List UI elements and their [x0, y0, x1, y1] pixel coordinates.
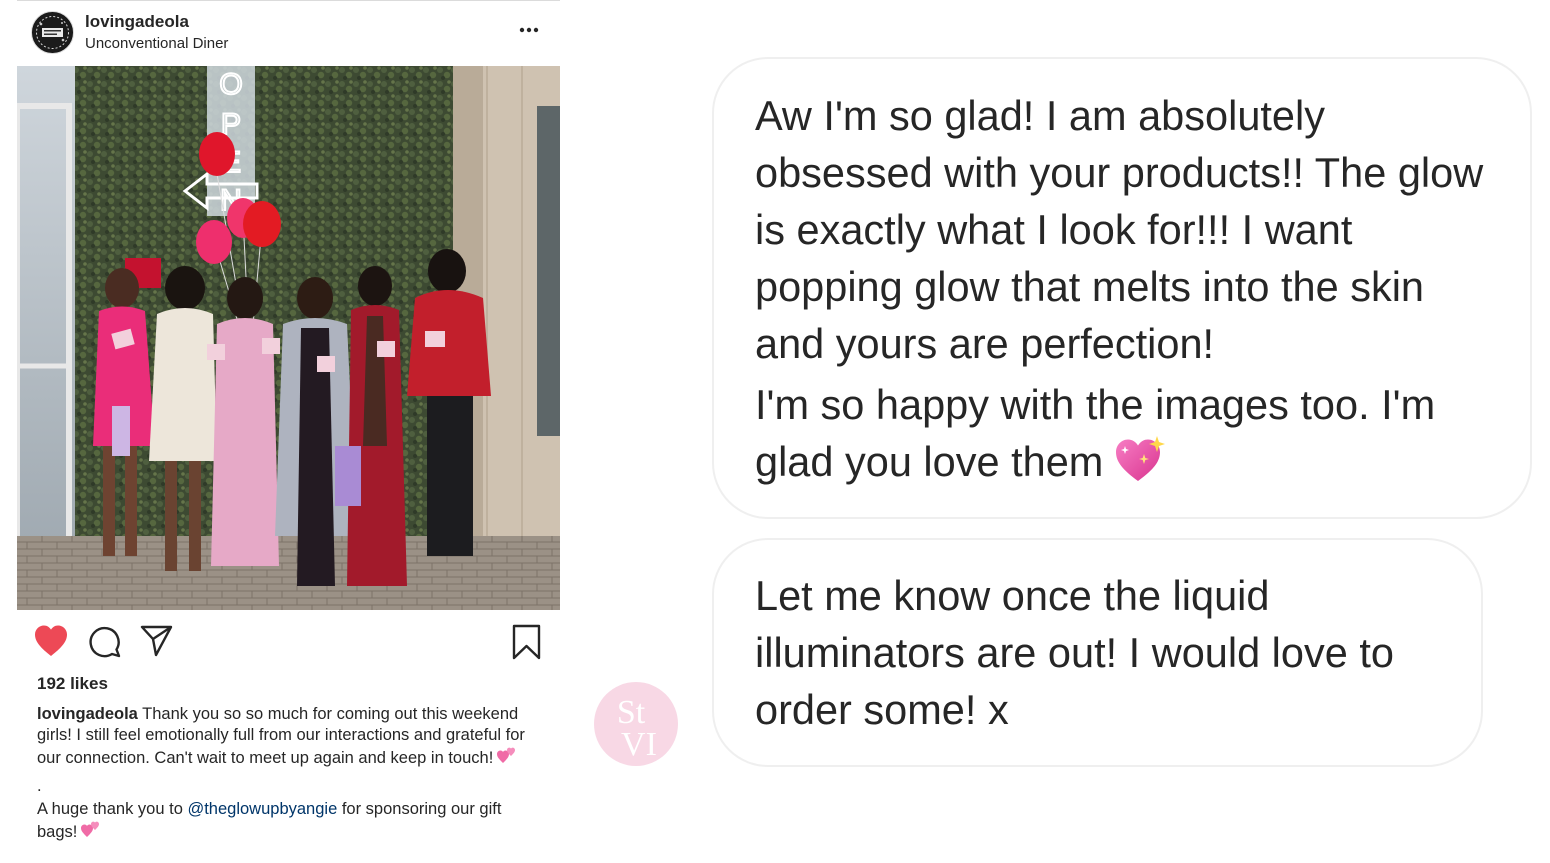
send-icon[interactable] — [139, 622, 179, 662]
message-bubble[interactable]: Aw I'm so glad! I am absolutely obsessed… — [712, 57, 1532, 519]
mention-link[interactable]: @theglowupbyangie — [187, 800, 337, 818]
bookmark-icon[interactable] — [509, 622, 549, 662]
divider — [17, 0, 560, 1]
avatar[interactable] — [31, 11, 74, 54]
post-photo[interactable]: O P E N — [17, 66, 560, 610]
two-hearts-emoji-icon — [496, 746, 518, 772]
watermark-line2: VI — [621, 726, 657, 763]
post-actions — [17, 622, 560, 662]
message-text: I'm so happy with the images too. I'm gl… — [755, 376, 1515, 498]
heart-filled-icon[interactable] — [33, 622, 73, 662]
likes-count[interactable]: 192 likes — [37, 674, 108, 694]
message-text-line: I'm so happy with the images too. I'm gl… — [755, 381, 1436, 485]
message-bubble[interactable]: Let me know once the liquid illuminators… — [712, 538, 1483, 767]
message-text: Let me know once the liquid illuminators… — [755, 572, 1394, 733]
svg-text:O: O — [219, 68, 242, 101]
post-location[interactable]: Unconventional Diner — [85, 35, 228, 52]
post-header: lovingadeola Unconventional Diner — [17, 8, 560, 56]
comment-icon[interactable] — [87, 622, 127, 662]
message-text: Aw I'm so glad! I am absolutely obsessed… — [755, 92, 1484, 367]
watermark-logo: St VI — [593, 681, 679, 767]
caption-dot: . — [37, 777, 42, 795]
sparkling-heart-emoji-icon — [1113, 434, 1167, 498]
thanks-prefix: A huge thank you to — [37, 800, 183, 818]
instagram-post: lovingadeola Unconventional Diner O P N … — [17, 0, 560, 863]
post-caption: lovingadeola Thank you so so much for co… — [37, 704, 537, 846]
two-hearts-emoji-icon — [80, 820, 102, 846]
caption-username[interactable]: lovingadeola — [37, 705, 138, 723]
ellipsis-icon[interactable] — [515, 18, 547, 42]
post-username[interactable]: lovingadeola — [85, 12, 189, 32]
caption-thanks: A huge thank you to @theglowupbyangie fo… — [37, 799, 537, 846]
